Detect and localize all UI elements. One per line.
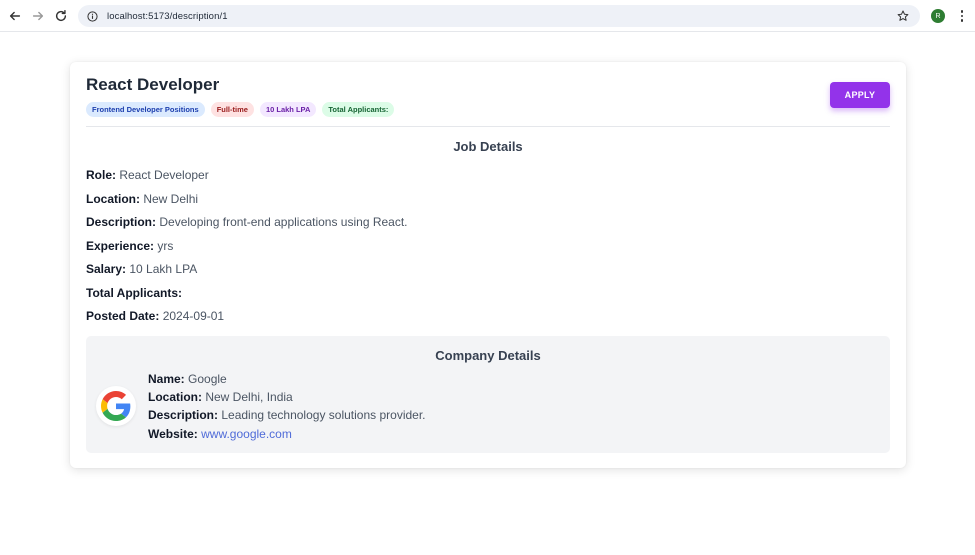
tag-position: Frontend Developer Positions [86,102,205,117]
detail-experience-label: Experience: [86,239,155,253]
arrow-right-icon [32,11,44,21]
apply-button[interactable]: APPLY [830,82,890,108]
detail-location-label: Location: [86,192,140,206]
company-name: Name: Google [148,372,227,386]
detail-posted-value: 2024-09-01 [162,309,225,323]
detail-role-label: Role: [86,168,116,182]
browser-menu-icon[interactable] [958,8,966,24]
detail-applicants-label: Total Applicants: [86,286,182,300]
detail-salary-value: 10 Lakh LPA [129,262,198,276]
forward-button[interactable] [29,7,47,25]
detail-experience-value: yrs [157,239,174,253]
tag-salary: 10 Lakh LPA [259,102,317,117]
address-bar[interactable]: localhost:5173/description/1 [78,5,920,27]
arrow-left-icon [9,11,21,21]
detail-role: Role: React Developer [86,168,209,182]
detail-role-value: React Developer [119,168,209,182]
detail-description-label: Description: [86,215,157,229]
company-website: Website: www.google.com [148,427,292,441]
job-tags: Frontend Developer Positions Full-time 1… [86,102,395,117]
detail-experience: Experience: yrs [86,239,173,253]
job-card: React Developer Frontend Developer Posit… [70,62,906,468]
company-website-label: Website: [148,427,198,441]
company-location: Location: New Delhi, India [148,390,293,404]
detail-description-value: Developing front-end applications using … [159,215,408,229]
job-title: React Developer [86,75,220,94]
detail-salary: Salary: 10 Lakh LPA [86,262,197,276]
company-name-value: Google [188,372,227,386]
detail-location: Location: New Delhi [86,192,198,206]
company-website-link[interactable]: www.google.com [201,427,292,441]
bookmark-star-icon[interactable] [896,9,910,23]
company-location-label: Location: [148,390,202,404]
divider [86,126,890,127]
detail-applicants: Total Applicants: [86,286,182,300]
company-location-value: New Delhi, India [205,390,293,404]
tag-job-type: Full-time [210,102,254,117]
detail-description: Description: Developing front-end applic… [86,215,408,229]
profile-avatar[interactable]: R [931,9,945,23]
company-description: Description: Leading technology solution… [148,408,426,422]
detail-posted-label: Posted Date: [86,309,160,323]
reload-button[interactable] [52,7,70,25]
tag-applicants: Total Applicants: [322,102,395,117]
company-details-panel: Company Details Name: Google Location: N… [86,336,890,453]
company-name-label: Name: [148,372,185,386]
company-description-value: Leading technology solutions provider. [221,408,426,422]
google-logo-icon [96,386,136,426]
detail-location-value: New Delhi [143,192,199,206]
browser-toolbar: localhost:5173/description/1 R [0,0,975,32]
reload-icon [55,10,67,22]
detail-salary-label: Salary: [86,262,127,276]
job-details-heading: Job Details [453,139,523,154]
company-details-heading: Company Details [435,348,541,363]
detail-posted-date: Posted Date: 2024-09-01 [86,309,224,323]
address-url[interactable]: localhost:5173/description/1 [107,11,228,22]
company-description-label: Description: [148,408,219,422]
back-button[interactable] [6,7,24,25]
site-info-icon[interactable] [86,10,98,22]
